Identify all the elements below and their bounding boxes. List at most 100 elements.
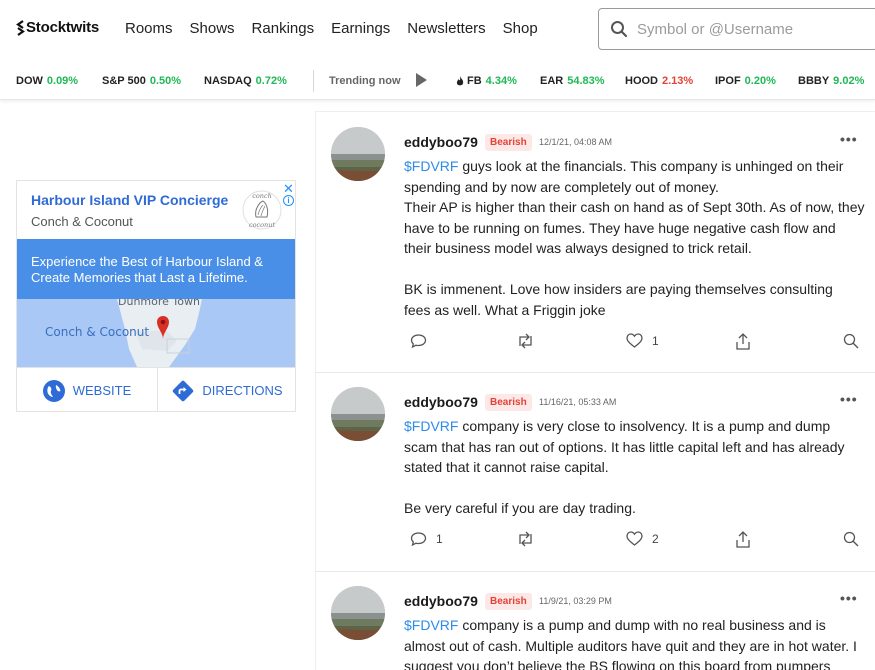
nav-earnings[interactable]: Earnings <box>331 20 390 37</box>
avatar[interactable] <box>331 387 385 441</box>
ad-buttons: WEBSITE DIRECTIONS <box>17 367 295 411</box>
directions-button[interactable]: DIRECTIONS <box>157 368 295 411</box>
magnifier-icon <box>843 531 859 547</box>
ticker-symbol: DOW <box>16 75 43 87</box>
website-button[interactable]: WEBSITE <box>17 368 157 411</box>
cashtag-link[interactable]: $FDVRF <box>404 158 458 174</box>
nav-shows[interactable]: Shows <box>190 20 235 37</box>
avatar-image <box>331 127 385 181</box>
avatar[interactable] <box>331 127 385 181</box>
sentiment-badge: Bearish <box>485 593 532 610</box>
search-box[interactable] <box>598 8 875 50</box>
ticker-divider <box>313 70 314 92</box>
avatar-image <box>331 387 385 441</box>
like-button[interactable]: 2 <box>626 531 659 546</box>
message-line: Their AP is higher than their cash on ha… <box>404 199 865 215</box>
info-icon[interactable]: i <box>283 195 294 206</box>
message-line: Be very careful if you are day trading. <box>404 500 636 516</box>
stocktwits-logo[interactable]: Stocktwits <box>16 19 99 36</box>
ticker-item-nasdaq[interactable]: NASDAQ 0.72% <box>204 75 287 87</box>
ad-banner-line: Create Memories that Last a Lifetime. <box>31 270 248 285</box>
ticker-item-ear[interactable]: EAR 54.83% <box>540 75 605 87</box>
cashtag-link[interactable]: $FDVRF <box>404 617 458 633</box>
avatar-image <box>331 586 385 640</box>
message-line <box>404 478 864 499</box>
nav-rooms[interactable]: Rooms <box>125 20 173 37</box>
ticker-item-hood[interactable]: HOOD 2.13% <box>625 75 693 87</box>
message-line: $FDVRF company is very close to insolven… <box>404 416 864 437</box>
search-post-button[interactable] <box>843 531 859 547</box>
map-image: Dunmore Town Conch & Coconut <box>17 299 295 367</box>
message-body: $FDVRF company is a pump and dump with n… <box>404 615 864 670</box>
avatar[interactable] <box>331 586 385 640</box>
ticker-symbol: FB <box>467 75 482 87</box>
search-icon <box>611 21 628 38</box>
like-button[interactable]: 1 <box>626 333 659 348</box>
nav-newsletters[interactable]: Newsletters <box>407 20 485 37</box>
search-input[interactable] <box>637 20 857 38</box>
ticker-symbol: EAR <box>540 75 564 87</box>
ticker-change: 0.50% <box>149 75 182 87</box>
ad-logo-text-bottom: coconut <box>249 221 275 229</box>
username[interactable]: eddyboo79 <box>404 394 478 410</box>
sentiment-badge: Bearish <box>485 394 532 411</box>
message-card[interactable]: eddyboo79 Bearish 12/1/21, 04:08 AM ••• … <box>316 111 875 373</box>
reply-button[interactable] <box>410 333 436 349</box>
ad-title[interactable]: Harbour Island VIP Concierge <box>31 192 228 208</box>
market-ticker: DOW 0.09% S&P 500 0.50% NASDAQ 0.72% Tre… <box>0 62 875 100</box>
trending-label: Trending now <box>329 75 401 87</box>
ad-map[interactable]: Dunmore Town Conch & Coconut <box>17 299 295 367</box>
message-body: $FDVRF company is very close to insolven… <box>404 416 864 519</box>
like-count: 2 <box>652 531 659 546</box>
reshare-button[interactable] <box>516 333 535 349</box>
ad-banner[interactable]: Experience the Best of Harbour Island & … <box>17 239 295 299</box>
sidebar-ad[interactable]: Harbour Island VIP Concierge Conch & Coc… <box>16 180 296 412</box>
timestamp[interactable]: 12/1/21, 04:08 AM <box>539 137 612 147</box>
ad-subtitle: Conch & Coconut <box>31 214 133 229</box>
message-text: company is a pump and dump with no real … <box>458 617 826 633</box>
reshare-button[interactable] <box>516 531 535 547</box>
reply-button[interactable]: 1 <box>410 531 443 547</box>
more-options-icon[interactable]: ••• <box>840 391 858 407</box>
stocktwits-logo-icon <box>16 19 25 36</box>
ticker-change: 0.09% <box>46 75 79 87</box>
reshare-icon <box>519 531 532 547</box>
nav-shop[interactable]: Shop <box>503 20 538 37</box>
ticker-change: 9.02% <box>833 75 865 87</box>
ticker-item-dow[interactable]: DOW 0.09% <box>16 75 78 87</box>
logo-text: Stocktwits <box>26 19 100 36</box>
more-options-icon[interactable]: ••• <box>840 131 858 147</box>
username[interactable]: eddyboo79 <box>404 134 478 150</box>
ticker-change: 0.72% <box>255 75 287 87</box>
share-button[interactable] <box>736 333 750 350</box>
heart-icon <box>626 531 643 546</box>
ticker-item-sp500[interactable]: S&P 500 0.50% <box>102 75 181 87</box>
username[interactable]: eddyboo79 <box>404 593 478 609</box>
play-icon[interactable] <box>416 73 427 87</box>
search-post-button[interactable] <box>843 333 859 349</box>
message-line: scam that has ran out of options. It has… <box>404 438 845 455</box>
message-actions: 1 2 <box>316 531 875 551</box>
timestamp[interactable]: 11/16/21, 05:33 AM <box>539 397 616 407</box>
cashtag-link[interactable]: $FDVRF <box>404 418 458 434</box>
heart-icon <box>626 333 643 348</box>
share-button[interactable] <box>736 531 750 548</box>
website-label: WEBSITE <box>72 383 132 398</box>
reshare-icon <box>519 333 532 349</box>
message-feed: eddyboo79 Bearish 12/1/21, 04:08 AM ••• … <box>315 111 875 670</box>
more-options-icon[interactable]: ••• <box>840 590 858 606</box>
nav-rankings[interactable]: Rankings <box>252 20 315 37</box>
share-icon <box>736 333 750 350</box>
message-card[interactable]: eddyboo79 Bearish 11/9/21, 03:29 PM ••• … <box>316 572 875 670</box>
message-line: have to be running on fumes. They have h… <box>404 219 836 236</box>
ticker-item-bbby[interactable]: BBBY 9.02% <box>798 75 864 87</box>
map-label-pin: Conch & Coconut <box>45 325 149 339</box>
ad-brand-logo: conch coconut <box>242 190 282 230</box>
globe-icon <box>42 379 65 402</box>
ticker-symbol: NASDAQ <box>204 75 252 87</box>
ticker-item-ipof[interactable]: IPOF 0.20% <box>715 75 776 87</box>
message-body: $FDVRF guys look at the financials. This… <box>404 156 864 320</box>
timestamp[interactable]: 11/9/21, 03:29 PM <box>539 596 612 606</box>
message-card[interactable]: eddyboo79 Bearish 11/16/21, 05:33 AM •••… <box>316 373 875 572</box>
ticker-item-fb[interactable]: FB 4.34% <box>456 75 517 87</box>
